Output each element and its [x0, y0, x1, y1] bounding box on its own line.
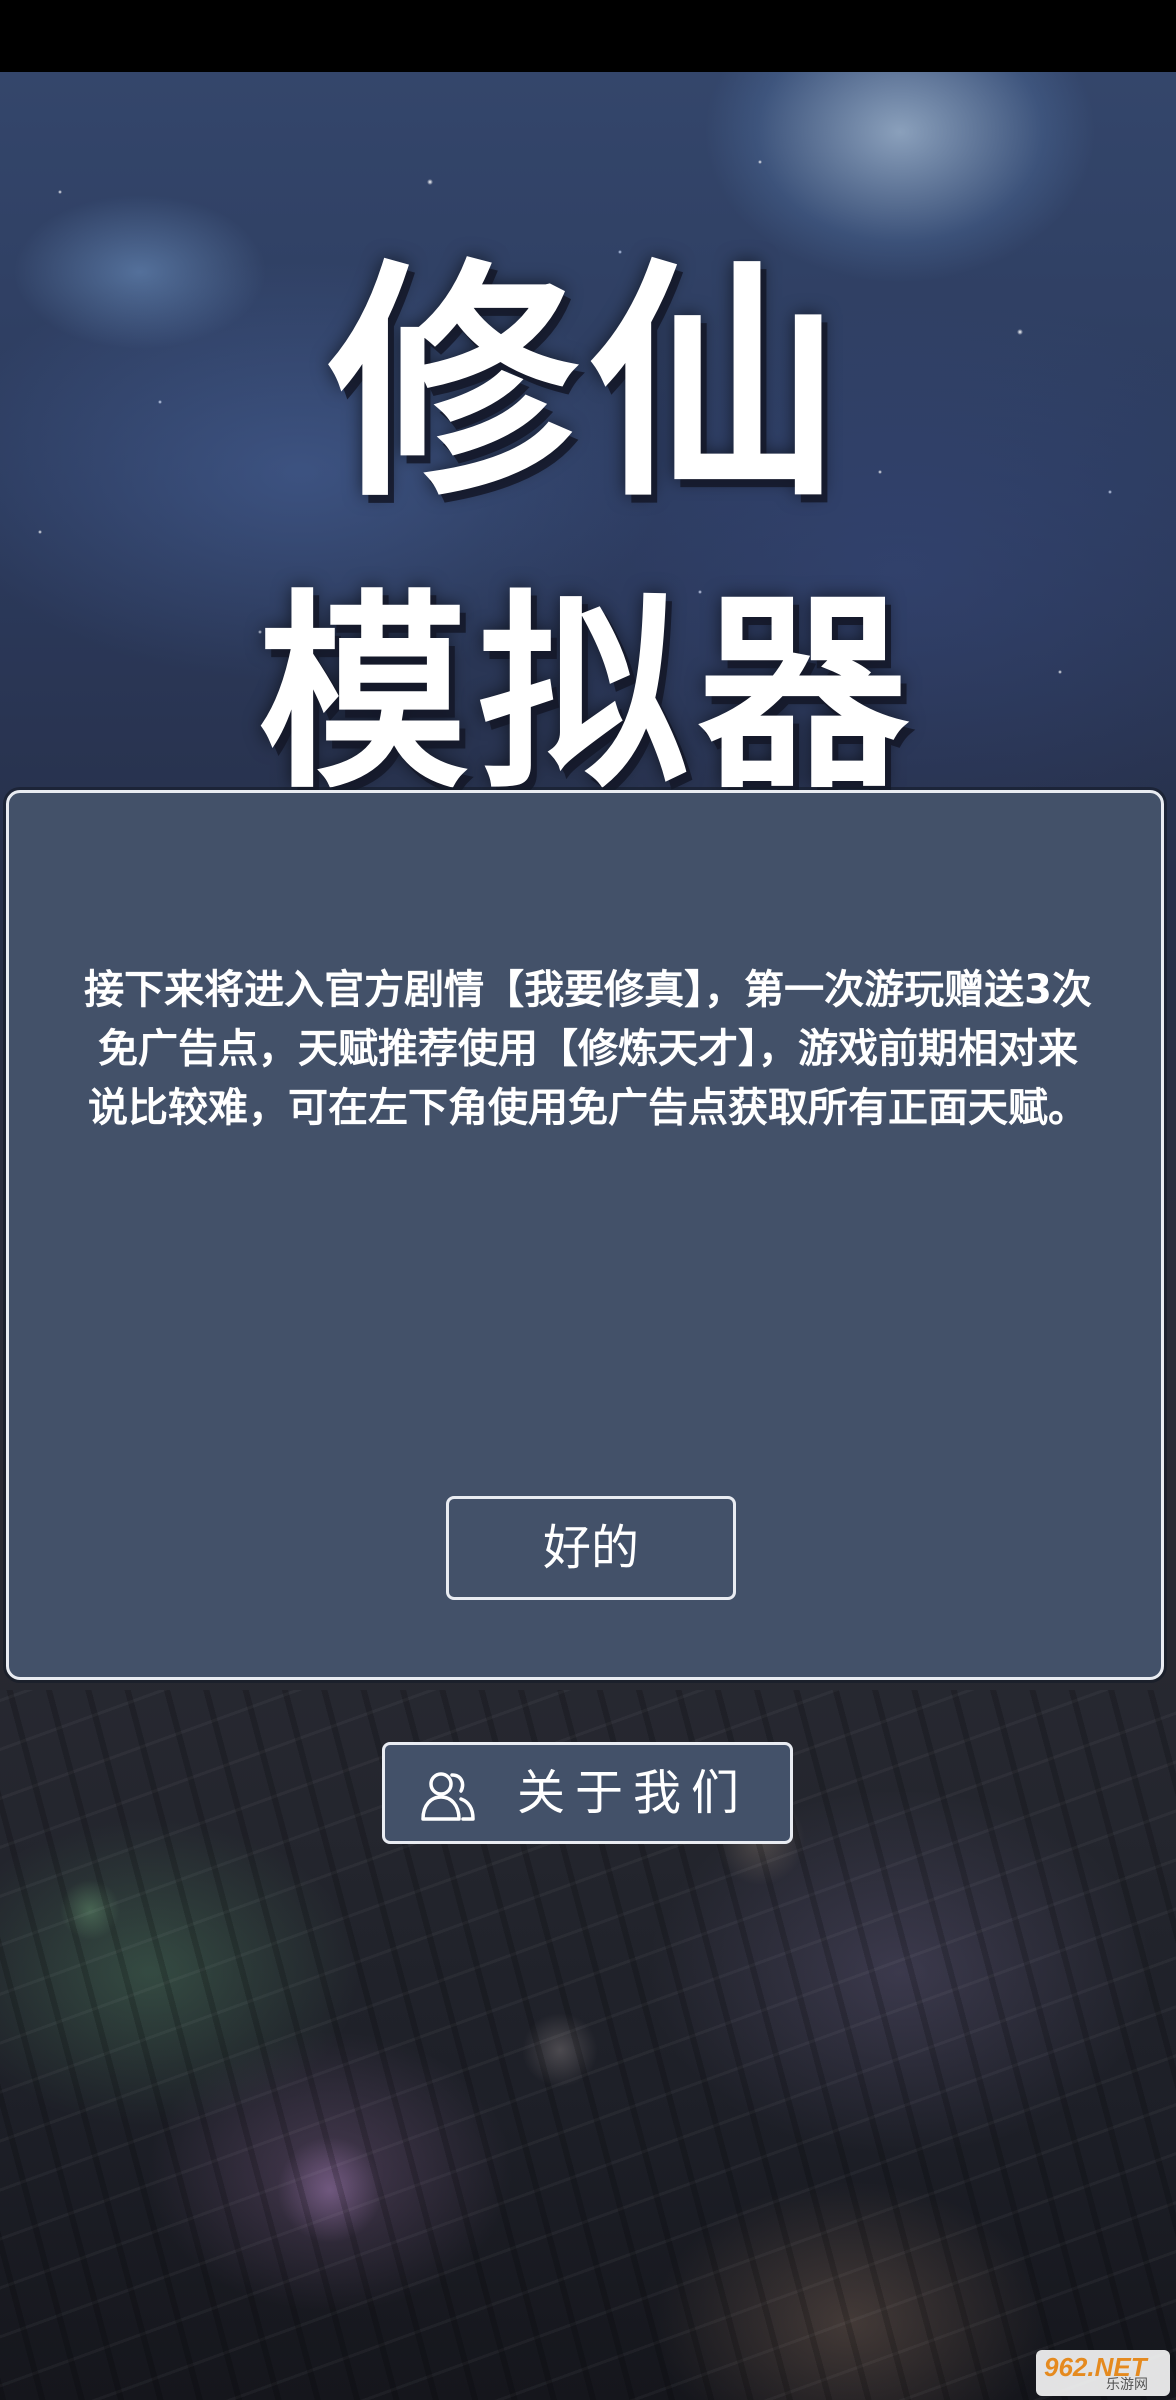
dialog-message: 接下来将进入官方剧情【我要修真】，第一次游玩赠送3次免广告点，天赋推荐使用【修炼…	[84, 967, 1092, 1131]
status-bar	[0, 0, 1176, 72]
game-title-line1: 修仙	[328, 239, 848, 530]
intro-dialog: 接下来将进入官方剧情【我要修真】，第一次游玩赠送3次免广告点，天赋推荐使用【修炼…	[6, 790, 1164, 1680]
about-us-label: 关于我们	[517, 1765, 750, 1821]
about-us-button[interactable]: 关于我们	[382, 1742, 793, 1844]
watermark-subtext: 乐游网	[1106, 2376, 1148, 2392]
game-title-line2: 模拟器	[257, 572, 918, 817]
users-icon	[421, 1772, 475, 1821]
site-watermark: 962.NET 乐游网	[1036, 2350, 1170, 2396]
ok-button[interactable]: 好的	[446, 1496, 736, 1600]
